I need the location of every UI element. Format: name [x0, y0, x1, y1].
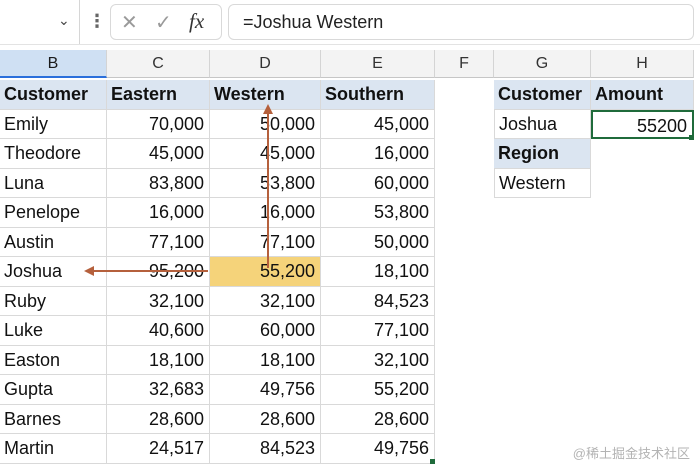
- intersection-arrows: [84, 104, 273, 276]
- watermark: @稀土掘金技术社区: [572, 446, 690, 461]
- table-corner-handle: [430, 459, 435, 464]
